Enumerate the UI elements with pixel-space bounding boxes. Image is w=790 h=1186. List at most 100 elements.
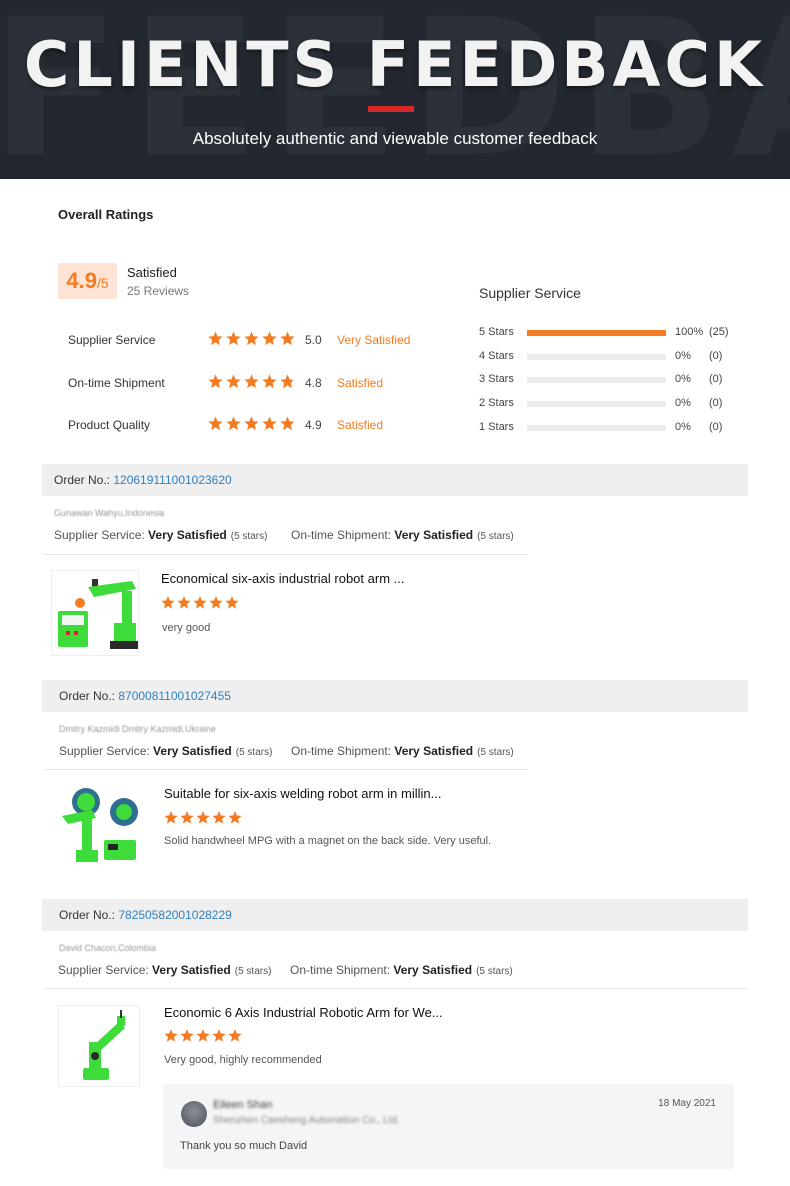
star-rating-icon xyxy=(164,811,242,824)
star-icon xyxy=(280,416,295,431)
order-header: Order No.: 120619111001023620 xyxy=(42,464,748,496)
rating-value: 5.0 xyxy=(305,333,322,347)
distribution-label: 5 Stars xyxy=(479,326,514,338)
star-icon xyxy=(262,374,277,389)
star-icon xyxy=(226,331,241,346)
hero-title: CLIENTS FEEDBACK xyxy=(23,28,767,101)
hero-subtitle: Absolutely authentic and viewable custom… xyxy=(192,129,598,148)
star-icon xyxy=(196,811,210,824)
star-rating-icon xyxy=(208,374,295,389)
supplier-service-rating: Supplier Service: Very Satisfied (5 stars… xyxy=(59,744,272,758)
star-icon xyxy=(180,1029,194,1042)
rating-label: Product Quality xyxy=(68,418,151,432)
supplier-service-rating: Supplier Service: Very Satisfied (5 stars… xyxy=(58,963,271,977)
star-icon xyxy=(209,596,223,609)
order-header: Order No.: 78250582001028229 xyxy=(42,899,748,931)
star-rating-icon xyxy=(208,416,295,431)
supplier-service-value: Very Satisfied xyxy=(153,744,232,758)
buyer-name: David Chacon,Colombia xyxy=(59,943,157,953)
order-label: Order No.: xyxy=(54,473,114,487)
order-number-link[interactable]: 120619111001023620 xyxy=(113,473,231,487)
buyer-name: Dmitry Kazmidi Dmitry Kazmidi,Ukraine xyxy=(59,724,217,734)
distribution-percent: 0% xyxy=(675,350,691,362)
review-comment: very good xyxy=(162,622,211,634)
order-label: Order No.: xyxy=(59,908,119,922)
order-number-link[interactable]: 78250582001028229 xyxy=(118,908,231,922)
rating-satisfaction: Satisfied xyxy=(337,418,384,432)
overall-ratings-heading: Overall Ratings xyxy=(58,207,154,222)
shipment-rating: On-time Shipment: Very Satisfied (5 stars… xyxy=(291,528,514,542)
supplier-service-stars: (5 stars) xyxy=(235,747,273,758)
shipment-stars: (5 stars) xyxy=(477,531,514,542)
star-icon xyxy=(280,374,295,389)
buyer-name: Gunawan Wahyu,Indonesia xyxy=(54,508,165,518)
star-icon xyxy=(212,1029,226,1042)
divider xyxy=(44,988,748,989)
order-number-link[interactable]: 87000811001027455 xyxy=(118,689,231,703)
star-icon xyxy=(226,416,241,431)
product-thumbnail[interactable] xyxy=(51,570,139,656)
supplier-service-rating: Supplier Service: Very Satisfied (5 stars… xyxy=(54,528,267,542)
shipment-rating: On-time Shipment: Very Satisfied (5 stars… xyxy=(291,744,514,758)
distribution-row-3[interactable]: 3 Stars 0% (0) xyxy=(479,372,759,388)
distribution-row-2[interactable]: 2 Stars 0% (0) xyxy=(479,396,759,412)
distribution-bar xyxy=(527,425,666,431)
hero-banner: FEEDBACK CLIENTS FEEDBACK Absolutely aut… xyxy=(0,0,790,179)
product-title-link[interactable]: Economic 6 Axis Industrial Robotic Arm f… xyxy=(164,1005,443,1020)
overall-score-suffix: /5 xyxy=(96,275,109,291)
star-icon xyxy=(208,331,223,346)
overall-score-badge: 4.9/5 xyxy=(58,263,117,299)
shipment-label: On-time Shipment: xyxy=(291,744,395,758)
star-icon xyxy=(244,331,259,346)
reply-date: 18 May 2021 xyxy=(658,1098,716,1109)
star-icon xyxy=(228,811,242,824)
distribution-row-4[interactable]: 4 Stars 0% (0) xyxy=(479,349,759,365)
shipment-label: On-time Shipment: xyxy=(291,528,395,542)
distribution-label: 1 Stars xyxy=(479,421,514,433)
shipment-stars: (5 stars) xyxy=(476,966,513,977)
star-icon xyxy=(208,374,223,389)
distribution-bar xyxy=(527,401,666,407)
distribution-bar xyxy=(527,377,666,383)
shipment-value: Very Satisfied xyxy=(394,528,474,542)
product-title-link[interactable]: Suitable for six-axis welding robot arm … xyxy=(164,786,441,801)
supplier-service-label: Supplier Service: xyxy=(54,528,149,542)
product-thumbnail[interactable] xyxy=(58,1005,140,1087)
star-icon xyxy=(244,416,259,431)
order-label: Order No.: xyxy=(59,689,119,703)
product-title-link[interactable]: Economical six-axis industrial robot arm… xyxy=(161,571,404,586)
star-icon xyxy=(180,811,194,824)
star-icon xyxy=(164,1029,178,1042)
distribution-count: (0) xyxy=(709,373,723,385)
supplier-service-value: Very Satisfied xyxy=(148,528,227,542)
supplier-service-stars: (5 stars) xyxy=(234,966,272,977)
shipment-value: Very Satisfied xyxy=(393,963,473,977)
distribution-percent: 100% xyxy=(675,326,704,338)
star-rating-icon xyxy=(161,596,239,609)
order-number-line: Order No.: 87000811001027455 xyxy=(59,689,231,703)
supplier-service-label: Supplier Service: xyxy=(58,963,153,977)
distribution-heading: Supplier Service xyxy=(479,285,581,301)
avatar xyxy=(181,1101,207,1127)
distribution-percent: 0% xyxy=(675,373,691,385)
shipment-value: Very Satisfied xyxy=(394,744,474,758)
distribution-count: (25) xyxy=(709,326,729,338)
star-icon xyxy=(208,416,223,431)
supplier-service-stars: (5 stars) xyxy=(230,531,268,542)
star-icon xyxy=(225,596,239,609)
distribution-label: 3 Stars xyxy=(479,373,514,385)
star-rating-icon xyxy=(164,1029,242,1042)
supplier-service-label: Supplier Service: xyxy=(59,744,154,758)
product-thumbnail[interactable] xyxy=(56,784,144,870)
star-icon xyxy=(193,596,207,609)
distribution-row-1[interactable]: 1 Stars 0% (0) xyxy=(479,420,759,436)
distribution-count: (0) xyxy=(709,421,723,433)
star-icon xyxy=(177,596,191,609)
distribution-row-5[interactable]: 5 Stars 100% (25) xyxy=(479,325,759,341)
robot-arm-image xyxy=(58,579,138,649)
distribution-count: (0) xyxy=(709,350,723,362)
reviews-count[interactable]: 25 Reviews xyxy=(127,284,189,298)
star-icon xyxy=(244,374,259,389)
reply-company-name: Shenzhen Caesheng Automation Co., Ltd. xyxy=(213,1115,400,1126)
review-comment: Solid handwheel MPG with a magnet on the… xyxy=(164,835,492,847)
